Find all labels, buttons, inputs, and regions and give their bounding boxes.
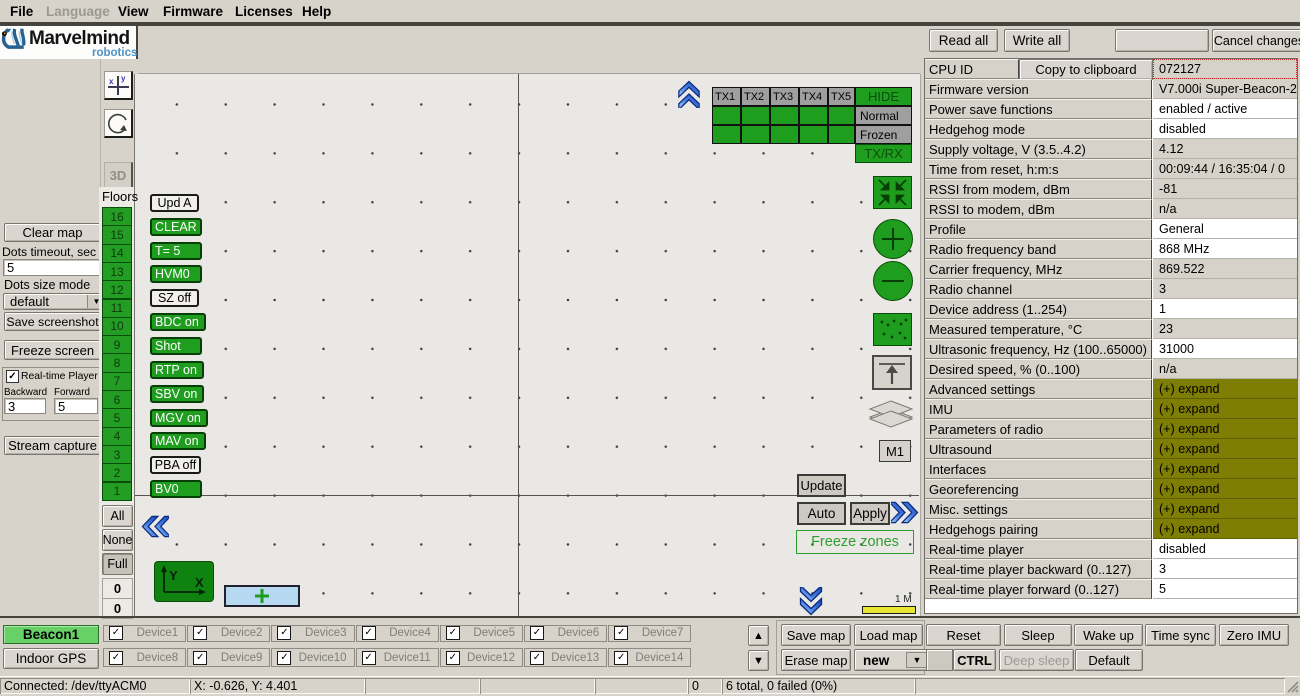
svg-text:y: y — [121, 74, 126, 83]
svg-text:Y: Y — [169, 568, 178, 583]
svg-text:x: x — [109, 77, 114, 86]
svg-text:X: X — [195, 575, 204, 590]
